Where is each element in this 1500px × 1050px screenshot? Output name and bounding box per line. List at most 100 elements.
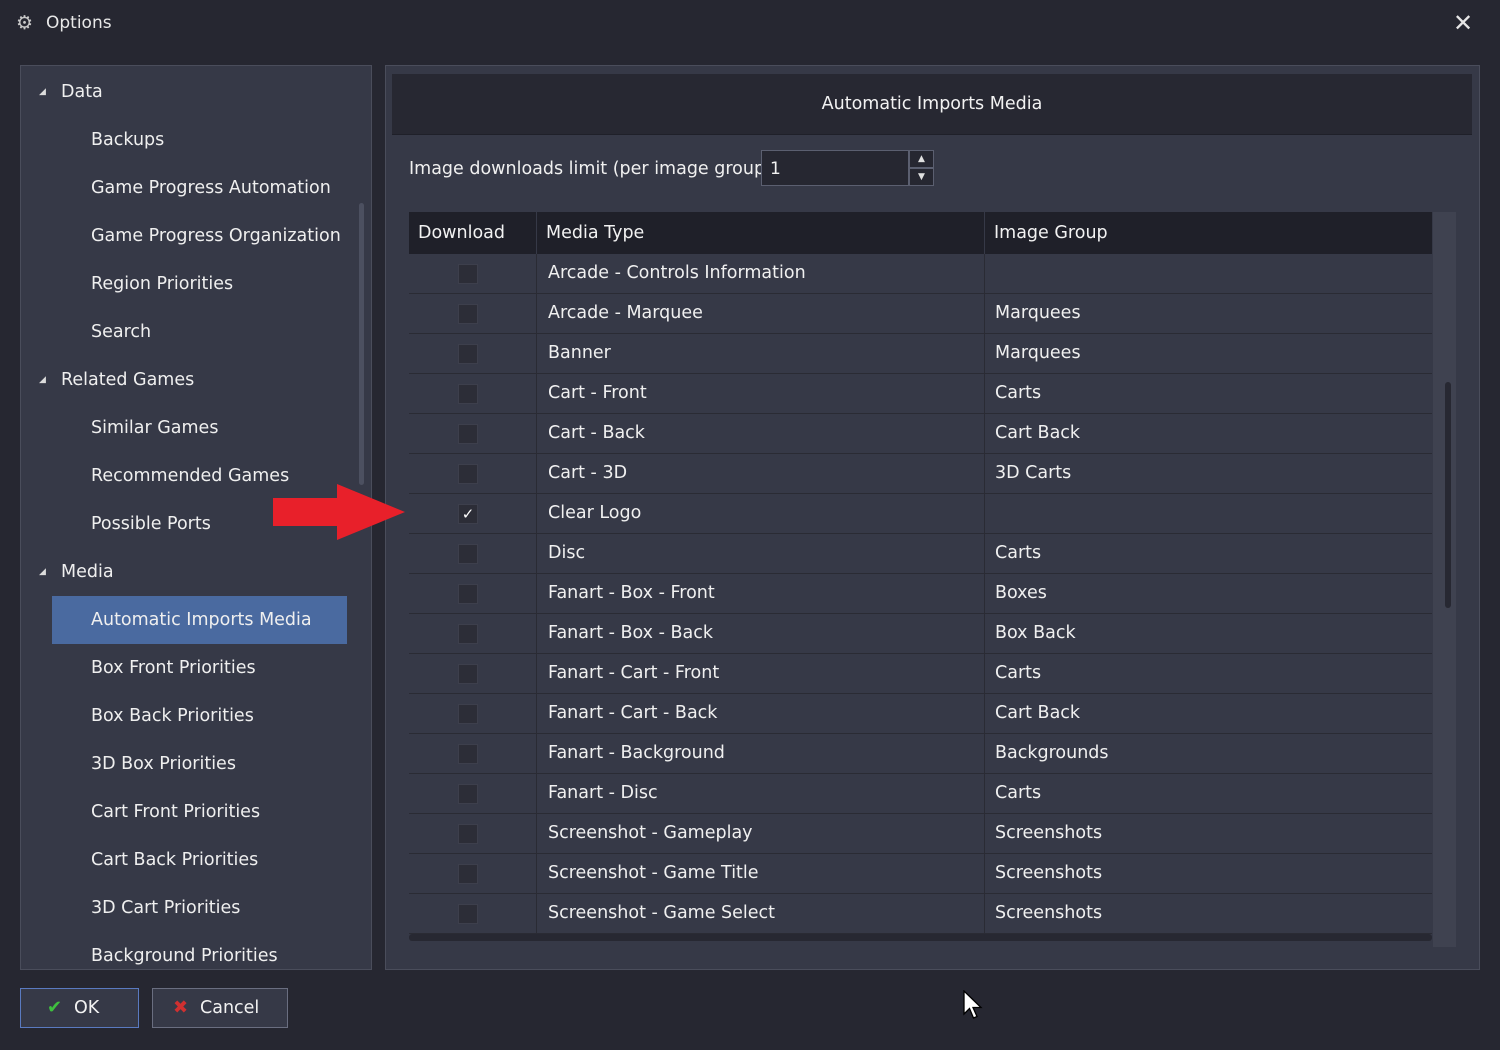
download-checkbox[interactable] [458, 864, 478, 884]
sidebar-item-label: Cart Back Priorities [91, 850, 259, 870]
download-checkbox[interactable] [458, 344, 478, 364]
sidebar-item-cart-back-priorities[interactable]: Cart Back Priorities [21, 836, 351, 884]
table-row[interactable]: Fanart - Disc Carts [409, 774, 1432, 814]
download-cell [409, 774, 537, 813]
download-cell [409, 734, 537, 773]
sidebar-item-label: Related Games [61, 370, 195, 390]
title-bar: ⚙ Options ✕ [0, 0, 1500, 48]
page-title: Automatic Imports Media [821, 94, 1043, 114]
content-header: Automatic Imports Media [392, 74, 1472, 135]
media-type-cell: Cart - 3D [537, 454, 985, 493]
table-row[interactable]: Cart - 3D 3D Carts [409, 454, 1432, 494]
image-group-cell: Marquees [995, 343, 1081, 363]
table-row[interactable]: Fanart - Background Backgrounds [409, 734, 1432, 774]
table-row[interactable]: ✓ Clear Logo [409, 494, 1432, 534]
download-checkbox[interactable] [458, 744, 478, 764]
download-checkbox[interactable] [458, 784, 478, 804]
image-group-cell [985, 494, 1432, 533]
download-checkbox[interactable] [458, 264, 478, 284]
media-type-cell: Fanart - Cart - Back [537, 694, 985, 733]
expand-triangle-icon[interactable]: ◢ [39, 356, 46, 404]
ok-button[interactable]: ✔ OK [20, 988, 139, 1028]
sidebar-item-box-front-priorities[interactable]: Box Front Priorities [21, 644, 351, 692]
sidebar-item-search[interactable]: Search [21, 308, 351, 356]
download-cell [409, 374, 537, 413]
table-row[interactable]: Screenshot - Game Title Screenshots [409, 854, 1432, 894]
sidebar-item-box-back-priorities[interactable]: Box Back Priorities [21, 692, 351, 740]
download-cell [409, 334, 537, 373]
media-type-cell: Screenshot - Game Select [537, 894, 985, 933]
table-row[interactable]: Arcade - Controls Information [409, 254, 1432, 294]
download-checkbox[interactable]: ✓ [458, 504, 478, 524]
download-checkbox[interactable] [458, 624, 478, 644]
download-checkbox[interactable] [458, 544, 478, 564]
sidebar-item-media[interactable]: ◢ Media [21, 548, 351, 596]
spinner-up-icon[interactable]: ▲ [909, 150, 934, 168]
download-checkbox[interactable] [458, 904, 478, 924]
table-row[interactable]: Fanart - Cart - Front Carts [409, 654, 1432, 694]
download-checkbox[interactable] [458, 384, 478, 404]
image-group-cell: Backgrounds [995, 743, 1109, 763]
download-checkbox[interactable] [458, 304, 478, 324]
table-row[interactable]: Screenshot - Game Select Screenshots [409, 894, 1432, 934]
sidebar-item-backups[interactable]: Backups [21, 116, 351, 164]
download-cell [409, 574, 537, 613]
nav-scrollbar[interactable] [359, 203, 364, 485]
grid-horizontal-scrollbar[interactable] [409, 934, 1432, 941]
sidebar-item-background-priorities[interactable]: Background Priorities [21, 932, 351, 969]
image-limit-input[interactable]: 1 [761, 150, 909, 186]
media-type-cell: Screenshot - Gameplay [537, 814, 985, 853]
sidebar-item-similar-games[interactable]: Similar Games [21, 404, 351, 452]
column-header-media-type[interactable]: Media Type [537, 212, 985, 254]
sidebar-item-label: Similar Games [91, 418, 219, 438]
media-type-cell: Arcade - Controls Information [537, 254, 985, 293]
download-cell [409, 854, 537, 893]
download-checkbox[interactable] [458, 664, 478, 684]
spinner-down-icon[interactable]: ▼ [909, 168, 934, 186]
column-header-download[interactable]: Download [409, 212, 537, 254]
table-row[interactable]: Fanart - Cart - Back Cart Back [409, 694, 1432, 734]
table-row[interactable]: Disc Carts [409, 534, 1432, 574]
sidebar-item-data[interactable]: ◢ Data [21, 68, 351, 116]
table-row[interactable]: Arcade - Marquee Marquees [409, 294, 1432, 334]
download-checkbox[interactable] [458, 424, 478, 444]
expand-triangle-icon[interactable]: ◢ [39, 548, 46, 596]
sidebar-item-label: Background Priorities [91, 946, 278, 966]
sidebar-item-3d-cart-priorities[interactable]: 3D Cart Priorities [21, 884, 351, 932]
sidebar-item-label: Possible Ports [91, 514, 211, 534]
download-cell: ✓ [409, 494, 537, 533]
image-group-cell: Screenshots [995, 823, 1103, 843]
sidebar-item-label: Data [61, 82, 103, 102]
media-type-cell: Arcade - Marquee [537, 294, 985, 333]
close-icon[interactable]: ✕ [1450, 10, 1476, 36]
table-row[interactable]: Fanart - Box - Front Boxes [409, 574, 1432, 614]
table-row[interactable]: Fanart - Box - Back Box Back [409, 614, 1432, 654]
image-group-cell: Carts [995, 543, 1042, 563]
gear-icon: ⚙ [16, 12, 34, 34]
download-checkbox[interactable] [458, 704, 478, 724]
sidebar-item-label: Search [91, 322, 152, 342]
cancel-button[interactable]: ✖ Cancel [152, 988, 288, 1028]
download-cell [409, 654, 537, 693]
expand-triangle-icon[interactable]: ◢ [39, 68, 46, 116]
download-checkbox[interactable] [458, 464, 478, 484]
download-checkbox[interactable] [458, 584, 478, 604]
limit-label: Image downloads limit (per image group): [409, 159, 778, 179]
table-row[interactable]: Banner Marquees [409, 334, 1432, 374]
sidebar-item-region-priorities[interactable]: Region Priorities [21, 260, 351, 308]
table-row[interactable]: Cart - Front Carts [409, 374, 1432, 414]
media-type-cell: Cart - Front [537, 374, 985, 413]
download-checkbox[interactable] [458, 824, 478, 844]
sidebar-item-automatic-imports-media[interactable]: Automatic Imports Media [52, 596, 347, 644]
sidebar-item-3d-box-priorities[interactable]: 3D Box Priorities [21, 740, 351, 788]
sidebar-item-cart-front-priorities[interactable]: Cart Front Priorities [21, 788, 351, 836]
sidebar-item-related-games[interactable]: ◢ Related Games [21, 356, 351, 404]
sidebar-item-game-progress-automation[interactable]: Game Progress Automation [21, 164, 351, 212]
sidebar-item-game-progress-organization[interactable]: Game Progress Organization [21, 212, 351, 260]
column-header-image-group[interactable]: Image Group [985, 212, 1432, 254]
table-row[interactable]: Cart - Back Cart Back [409, 414, 1432, 454]
media-type-cell: Cart - Back [537, 414, 985, 453]
grid-scroll-thumb[interactable] [1445, 382, 1451, 608]
table-row[interactable]: Screenshot - Gameplay Screenshots [409, 814, 1432, 854]
image-group-cell: Cart Back [995, 703, 1081, 723]
